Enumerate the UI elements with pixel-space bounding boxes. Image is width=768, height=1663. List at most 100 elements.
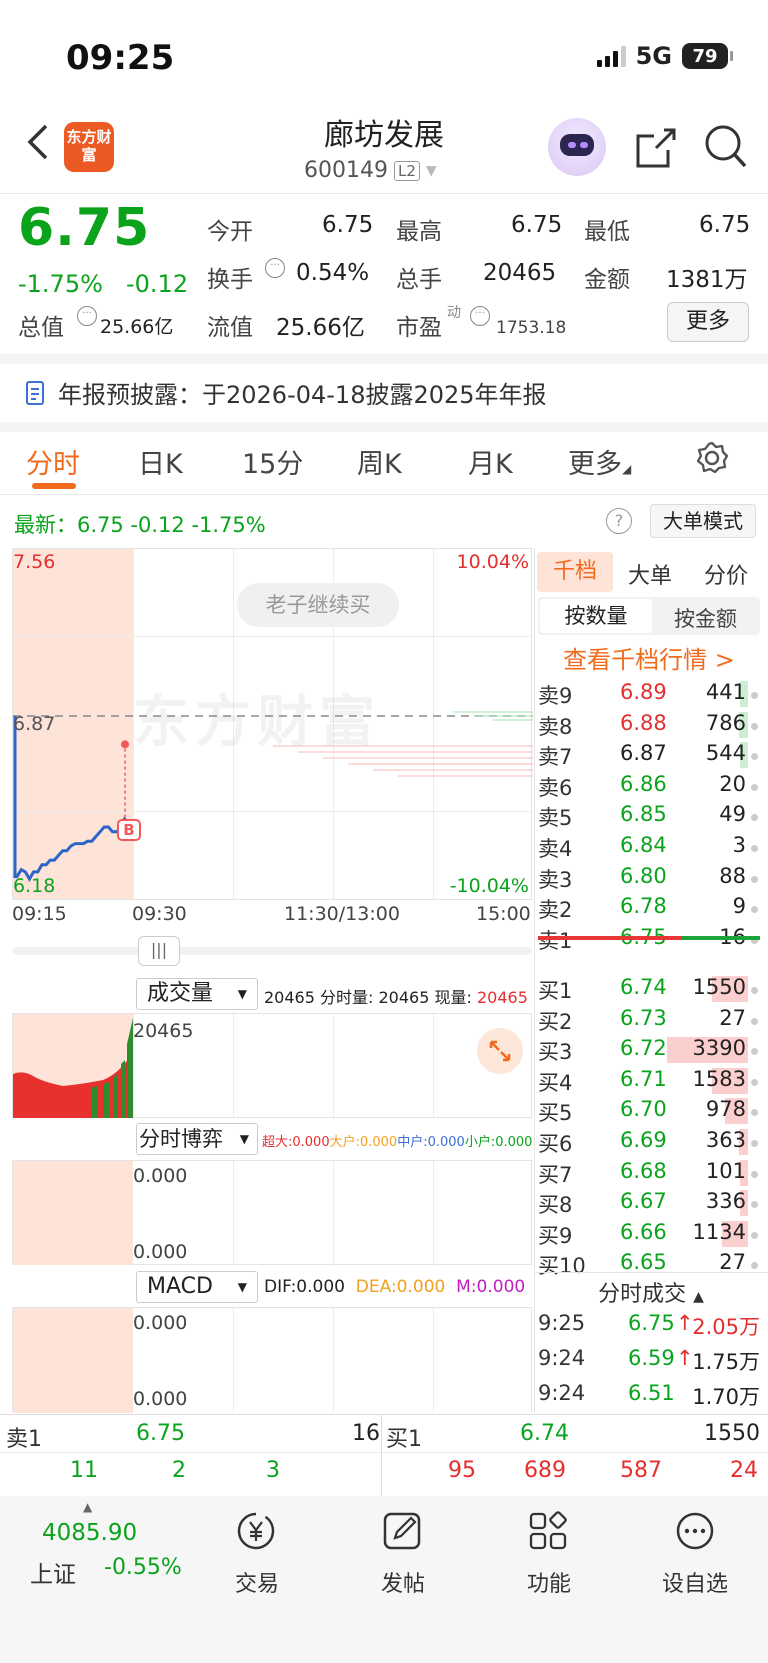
level-badge: L2 bbox=[393, 160, 420, 181]
high-label: 最高 bbox=[396, 219, 442, 245]
current-price: 6.75 bbox=[18, 198, 151, 258]
bid-volume: 101 bbox=[705, 1158, 746, 1183]
bid-volume: 1550 bbox=[692, 975, 746, 999]
macd-chart[interactable]: 0.000 0.000 bbox=[12, 1307, 532, 1413]
trade-point bbox=[121, 740, 129, 749]
ask-bid-ratio-red bbox=[538, 936, 682, 940]
info-icon[interactable]: ··· bbox=[470, 306, 490, 326]
tab-order-book[interactable]: 千档 bbox=[537, 552, 613, 592]
chart-scroll-handle[interactable]: ||| bbox=[138, 936, 180, 966]
tab-price-distribution[interactable]: 分价 bbox=[704, 558, 748, 590]
index-name[interactable]: 上证 bbox=[30, 1555, 76, 1589]
pe-superscript: 动 bbox=[447, 305, 461, 321]
ask-price: 6.85 bbox=[620, 802, 667, 827]
help-icon[interactable]: ? bbox=[606, 508, 632, 534]
bottom-ask1-label: 卖1 bbox=[6, 1427, 42, 1452]
share-icon[interactable] bbox=[634, 126, 678, 174]
bid-row[interactable]: 买5 6.70 978 bbox=[538, 1097, 760, 1127]
bid-price: 6.69 bbox=[620, 1128, 667, 1152]
index-change[interactable]: -0.55% bbox=[104, 1555, 182, 1580]
nav-trade[interactable]: 交易 bbox=[202, 1510, 312, 1598]
pct-axis-bottom: -10.04% bbox=[449, 875, 529, 897]
y-axis-ref: 6.87 bbox=[13, 713, 56, 735]
ask-row[interactable]: 卖3 6.80 88 bbox=[538, 864, 760, 894]
bottom-bid1-label: 买1 bbox=[386, 1427, 422, 1452]
tick-price: 6.51 bbox=[628, 1381, 675, 1405]
bid-row[interactable]: 买8 6.67 336 bbox=[538, 1189, 760, 1219]
bid-row[interactable]: 买7 6.68 101 bbox=[538, 1159, 760, 1189]
info-icon[interactable]: ··· bbox=[265, 258, 285, 278]
search-icon[interactable] bbox=[704, 124, 748, 174]
toggle-by-amount[interactable]: 按金额 bbox=[674, 603, 737, 633]
caret-up-icon: ▲ bbox=[83, 1500, 93, 1514]
info-icon[interactable]: ··· bbox=[77, 306, 97, 326]
macd-selector[interactable]: MACD ▼ bbox=[136, 1271, 258, 1303]
assistant-robot-icon[interactable] bbox=[548, 118, 606, 176]
bid-row[interactable]: 买4 6.71 1583 bbox=[538, 1067, 760, 1097]
index-value[interactable]: 4085.90 bbox=[42, 1520, 137, 1546]
nav-add-watchlist[interactable]: 设自选 bbox=[640, 1510, 750, 1598]
tab-more[interactable]: 更多◢ bbox=[568, 442, 631, 481]
ask-row[interactable]: 卖7 6.87 544 bbox=[538, 741, 760, 771]
stock-code-selector[interactable]: 600149 L2 ▼ bbox=[304, 158, 437, 183]
volume-bars bbox=[13, 1014, 133, 1118]
caret-up-icon: ▲ bbox=[693, 1289, 704, 1305]
ticks-title[interactable]: 分时成交 ▲ bbox=[534, 1276, 768, 1308]
ask-label: 卖8 bbox=[538, 714, 573, 739]
ask-row[interactable]: 卖6 6.86 20 bbox=[538, 772, 760, 802]
tab-intraday[interactable]: 分时 bbox=[26, 442, 80, 481]
nav-functions[interactable]: 功能 bbox=[494, 1510, 604, 1598]
ask-price: 6.78 bbox=[620, 894, 667, 919]
bid-row[interactable]: 买9 6.66 1134 bbox=[538, 1220, 760, 1250]
low-value: 6.75 bbox=[699, 212, 751, 238]
bid-row[interactable]: 买1 6.74 1550 bbox=[538, 975, 760, 1005]
ask-label: 卖9 bbox=[538, 684, 573, 708]
tab-daily-k[interactable]: 日K bbox=[138, 442, 183, 481]
view-full-depth-link[interactable]: 查看千档行情 > bbox=[538, 640, 760, 675]
tab-weekly-k[interactable]: 周K bbox=[357, 442, 402, 481]
tab-big-order[interactable]: 大单 bbox=[628, 558, 672, 590]
bid-row[interactable]: 买3 6.72 3390 bbox=[538, 1036, 760, 1066]
game-legend: 超大:0.000大户:0.000中户:0.000小户:0.000 bbox=[262, 1135, 533, 1150]
dot-icon bbox=[751, 1170, 758, 1178]
dot-icon bbox=[751, 1262, 758, 1270]
tab-monthly-k[interactable]: 月K bbox=[468, 442, 513, 481]
dot-icon bbox=[751, 845, 758, 852]
turnover-value: 0.54% bbox=[296, 260, 370, 286]
dot-icon bbox=[751, 753, 758, 761]
expand-icon[interactable] bbox=[477, 1028, 523, 1074]
annual-report-notice[interactable]: 年报预披露：于2026-04-18披露2025年年报 bbox=[24, 375, 547, 410]
chart-scroll-track[interactable] bbox=[12, 947, 532, 955]
float-cap-value: 25.66亿 bbox=[276, 315, 365, 341]
ask-row[interactable]: 卖8 6.88 786 bbox=[538, 711, 760, 741]
bid-row[interactable]: 买2 6.73 27 bbox=[538, 1006, 760, 1036]
tick-volume: 1.70万 bbox=[692, 1385, 760, 1409]
volume-chart[interactable]: 20465 bbox=[12, 1013, 532, 1119]
comment-bubble[interactable]: 老子继续买 bbox=[237, 583, 399, 627]
big-order-mode-button[interactable]: 大单模式 bbox=[650, 504, 756, 538]
tick-volume: 2.05万 bbox=[692, 1315, 760, 1339]
buy-marker-icon[interactable]: B bbox=[117, 819, 141, 841]
bid-volume: 1583 bbox=[692, 1066, 746, 1091]
bid-row[interactable]: 买6 6.69 363 bbox=[538, 1128, 760, 1158]
ask-row[interactable]: 卖4 6.84 3 bbox=[538, 833, 760, 863]
game-selector[interactable]: 分时博弈 ▼ bbox=[136, 1123, 258, 1155]
bottom-left-number: 11 bbox=[70, 1458, 98, 1483]
volume-selector[interactable]: 成交量 ▼ bbox=[136, 978, 258, 1010]
more-button[interactable]: 更多 bbox=[667, 302, 749, 342]
ask-volume: 441 bbox=[705, 680, 746, 704]
edit-icon bbox=[383, 1512, 421, 1550]
ask-row[interactable]: 卖5 6.85 49 bbox=[538, 802, 760, 832]
battery-icon: 79 bbox=[682, 43, 733, 69]
nav-post[interactable]: 发帖 bbox=[348, 1510, 458, 1598]
intraday-chart[interactable]: 东方财富 老子继续买 7.56 6.87 6.18 10.04% -10.04%… bbox=[12, 548, 533, 900]
toggle-by-quantity[interactable]: 按数量 bbox=[540, 599, 652, 633]
dot-icon bbox=[751, 1048, 758, 1056]
chevron-down-icon: ▼ bbox=[425, 162, 437, 179]
tab-15min[interactable]: 15分 bbox=[242, 442, 303, 481]
game-chart[interactable]: 0.000 0.000 bbox=[12, 1160, 532, 1266]
ask-volume: 9 bbox=[732, 894, 746, 919]
settings-icon[interactable] bbox=[694, 440, 730, 480]
ask-row[interactable]: 卖2 6.78 9 bbox=[538, 894, 760, 924]
ask-row[interactable]: 卖9 6.89 441 bbox=[538, 680, 760, 710]
